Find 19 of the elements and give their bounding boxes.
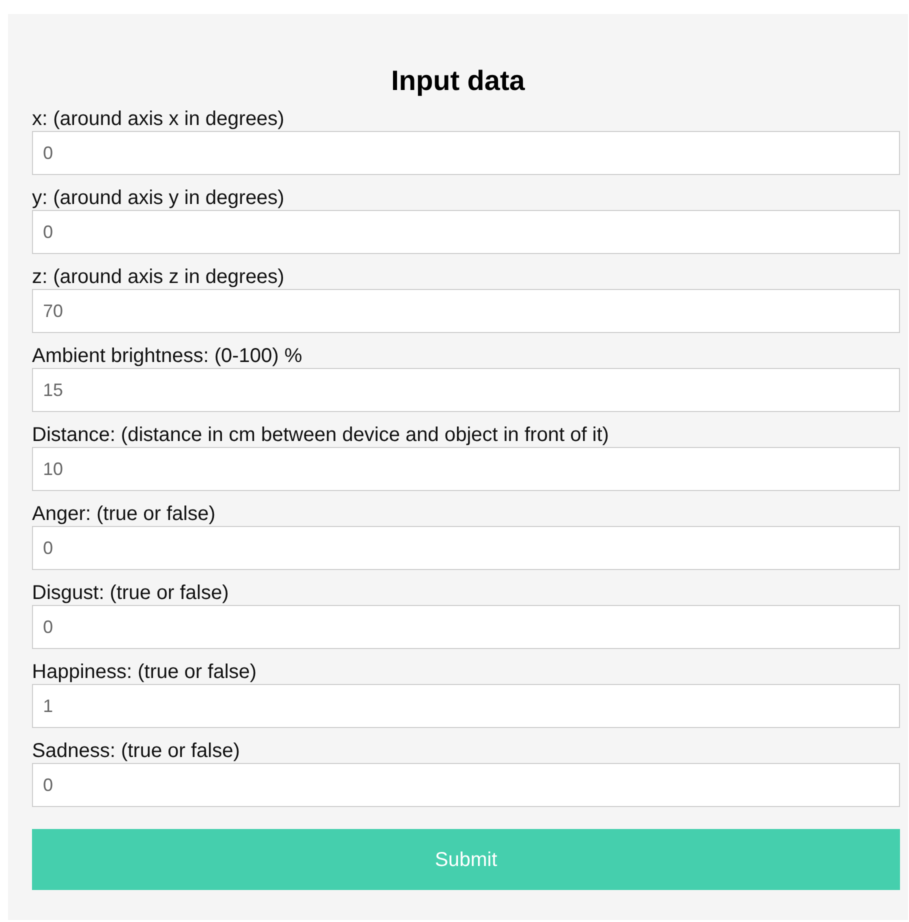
input-field[interactable]: 70 bbox=[32, 289, 900, 333]
input-field[interactable]: 0 bbox=[32, 210, 900, 254]
input-field[interactable]: 1 bbox=[32, 684, 900, 728]
field-label: Happiness: (true or false) bbox=[32, 661, 257, 684]
field-label: Disgust: (true or false) bbox=[32, 582, 229, 605]
field-label: z: (around axis z in degrees) bbox=[32, 266, 284, 289]
field-label: x: (around axis x in degrees) bbox=[32, 108, 284, 131]
input-field[interactable]: 0 bbox=[32, 131, 900, 175]
field-label: Distance: (distance in cm between device and object in front of it) bbox=[32, 424, 609, 447]
input-field[interactable]: 10 bbox=[32, 447, 900, 491]
input-field[interactable]: 0 bbox=[32, 763, 900, 807]
input-field[interactable]: 0 bbox=[32, 526, 900, 570]
form-title: Input data bbox=[390, 64, 526, 98]
field-label: Ambient brightness: (0-100) % bbox=[32, 345, 302, 368]
field-label: Anger: (true or false) bbox=[32, 503, 216, 526]
field-label: Sadness: (true or false) bbox=[32, 740, 240, 763]
field-label: y: (around axis y in degrees) bbox=[32, 187, 284, 210]
input-field[interactable]: 0 bbox=[32, 605, 900, 649]
input-field[interactable]: 15 bbox=[32, 368, 900, 412]
